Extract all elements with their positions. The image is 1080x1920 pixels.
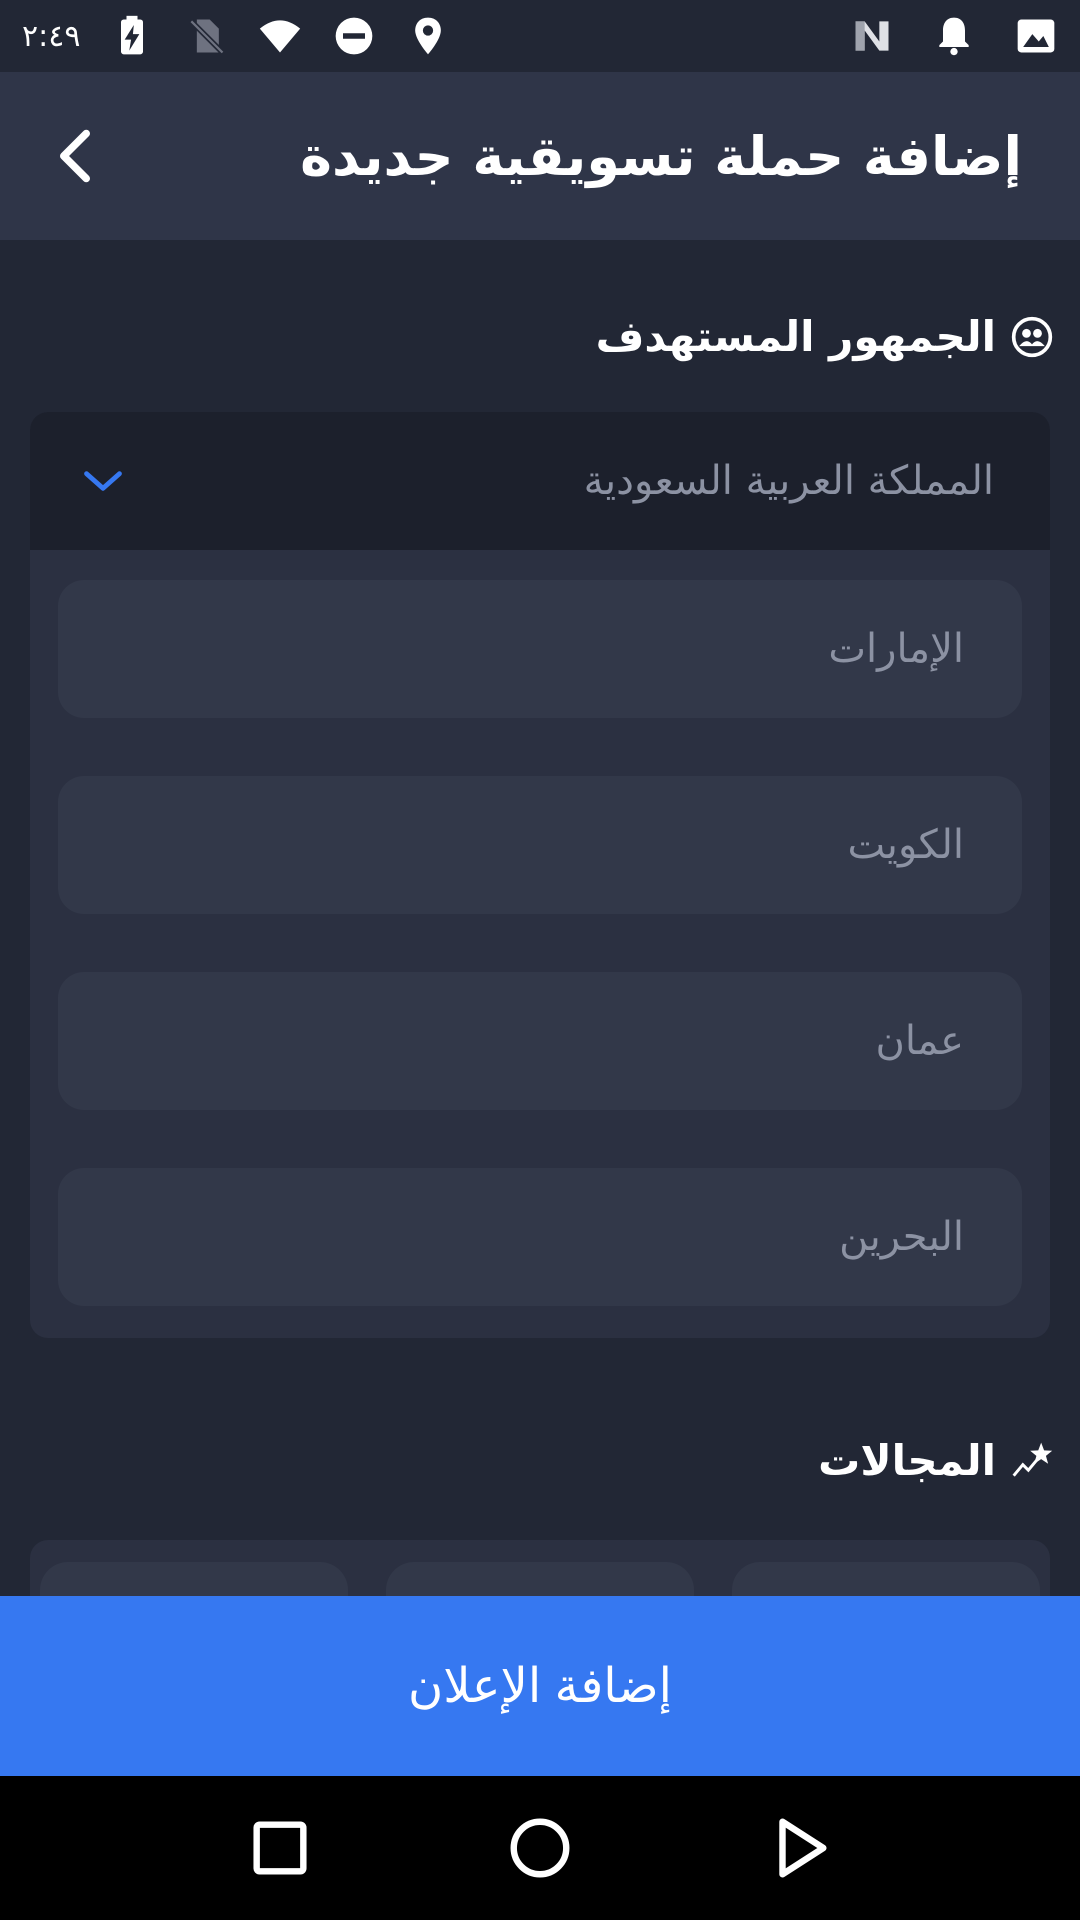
country-option-label: الكويت [847, 822, 964, 868]
country-option-uae[interactable]: الإمارات [58, 580, 1022, 718]
status-left: ٢:٤٩ [22, 14, 450, 58]
back-icon [779, 1818, 827, 1878]
country-option-kuwait[interactable]: الكويت [58, 776, 1022, 914]
home-button[interactable] [500, 1808, 580, 1888]
location-icon [406, 14, 450, 58]
n-notification-icon [850, 14, 894, 58]
charging-battery-icon [110, 14, 154, 58]
status-bar: ٢:٤٩ [0, 0, 1080, 72]
target-audience-heading: الجمهور المستهدف [596, 312, 1054, 361]
target-audience-card: المملكة العربية السعودية الإمارات الكويت… [30, 412, 1050, 1338]
country-option-oman[interactable]: عمان [58, 972, 1022, 1110]
field-chip[interactable] [732, 1562, 1040, 1596]
back-nav-button[interactable] [760, 1808, 840, 1888]
content-area: الجمهور المستهدف المملكة العربية السعودي… [0, 240, 1080, 1596]
app-header: إضافة حملة تسويقية جديدة [0, 72, 1080, 240]
country-option-label: الإمارات [828, 626, 964, 672]
navigation-bar [0, 1776, 1080, 1920]
country-option-label: عمان [875, 1018, 964, 1064]
back-button[interactable] [40, 111, 110, 201]
selected-country: المملكة العربية السعودية [583, 458, 994, 504]
field-chip[interactable] [386, 1562, 694, 1596]
image-icon [1014, 14, 1058, 58]
no-sim-icon [184, 14, 228, 58]
status-time: ٢:٤٩ [22, 18, 81, 54]
target-audience-title: الجمهور المستهدف [595, 312, 996, 361]
trending-star-icon [1010, 1439, 1054, 1483]
recents-button[interactable] [240, 1808, 320, 1888]
page-title: إضافة حملة تسويقية جديدة [300, 124, 1022, 188]
chevron-down-icon [78, 461, 128, 501]
recents-icon [253, 1821, 307, 1875]
fields-title: المجالات [818, 1436, 996, 1485]
do-not-disturb-icon [332, 14, 376, 58]
country-option-bahrain[interactable]: البحرين [58, 1168, 1022, 1306]
field-chip[interactable] [40, 1562, 348, 1596]
add-ad-button[interactable]: إضافة الإعلان [0, 1596, 1080, 1776]
home-icon [510, 1818, 570, 1878]
status-right [850, 14, 1058, 58]
wifi-icon [258, 14, 302, 58]
target-audience-icon [1010, 315, 1054, 359]
country-select[interactable]: المملكة العربية السعودية [30, 412, 1050, 550]
bell-icon [932, 14, 976, 58]
fields-card [30, 1540, 1050, 1596]
country-option-label: البحرين [839, 1214, 964, 1260]
fields-heading: المجالات [818, 1436, 1054, 1485]
back-arrow-icon [60, 129, 90, 183]
